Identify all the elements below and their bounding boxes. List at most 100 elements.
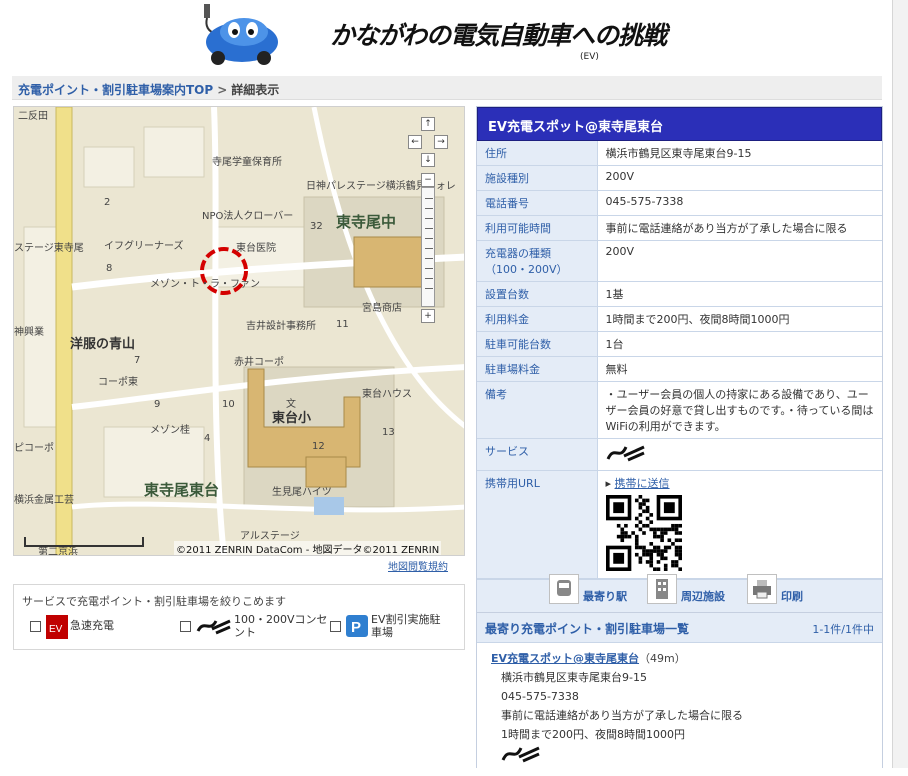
info-row: 電話番号 045-575-7338 (477, 190, 882, 216)
map-label-yoshii: 吉井設計事務所 (246, 321, 316, 332)
map-label-miyajima: 宮島商店 (362, 303, 402, 314)
breadcrumb-separator: > (217, 83, 228, 97)
plug-icon (501, 746, 540, 763)
plug-icon (196, 619, 231, 635)
zoom-out-button[interactable]: − (421, 173, 435, 187)
info-key: 利用可能時間 (477, 215, 598, 241)
vertical-scrollbar[interactable] (893, 0, 908, 768)
pan-right-button[interactable]: → (434, 135, 448, 149)
outlet-checkbox[interactable] (180, 621, 191, 632)
info-row: 駐車可能台数 1台 (477, 331, 882, 357)
map-number: 7 (134, 355, 141, 366)
map-number: 4 (204, 433, 211, 444)
map-label-infrinas: イフグリーナーズ (104, 241, 184, 252)
info-key: 駐車可能台数 (477, 331, 598, 357)
map-number: 12 (312, 441, 325, 452)
map-label-akai: 赤井コーポ (234, 357, 284, 368)
spot-info-table: 住所 横浜市鶴見区東寺尾東台9-15 施設種別 200V 電話番号 045-575-733… (477, 141, 882, 579)
info-row: 充電器の種類（100・200V） 200V (477, 240, 882, 282)
info-value: ・ユーザー会員の個人の持家にある設備であり、ユーザー会員の好意で貸し出すものです… (597, 381, 882, 439)
site-title-logo[interactable]: かながわの電気自動車への挑戦 (EV) (330, 14, 710, 64)
plug-icon (606, 445, 645, 462)
zoom-slider[interactable] (421, 187, 435, 307)
print-button[interactable]: 印刷 (781, 588, 803, 604)
map-view[interactable]: 二反田 寺尾学童保育所 日神パレステージ横浜鶴見フォレ NPO法人クローバー 東… (13, 106, 465, 556)
nearest-station-button[interactable]: 最寄り駅 (583, 588, 627, 604)
pan-left-button[interactable]: ← (408, 135, 422, 149)
info-value: 045-575-7338 (597, 190, 882, 216)
service-key: サービス (477, 438, 598, 471)
info-key: 設置台数 (477, 281, 598, 307)
service-filter-panel: サービスで充電ポイント・割引駐車場を絞りこめます EV 急速充電 100・200… (13, 584, 465, 650)
info-value: 横浜市鶴見区東寺尾東台9-15 (597, 141, 882, 166)
info-key: 電話番号 (477, 190, 598, 216)
map-terms-link[interactable]: 地図閲覧規約 (388, 558, 448, 573)
svg-text:EV: EV (49, 624, 63, 635)
map-label-kopo: コーポ東 (98, 377, 138, 388)
info-row: 駐車場料金 無料 (477, 356, 882, 382)
quick-charge-checkbox[interactable] (30, 621, 41, 632)
info-row: 施設種別 200V (477, 165, 882, 191)
breadcrumb-current: 詳細表示 (231, 83, 280, 97)
nearby-list-panel: 最寄り充電ポイント・割引駐車場一覧 1-1件/1件中 EV充電スポット@東寺尾東… (476, 612, 883, 768)
info-key: 住所 (477, 141, 598, 166)
map-number: 13 (382, 427, 395, 438)
map-label-aoyama: 洋服の青山 (70, 337, 136, 352)
nearby-item-name-link[interactable]: EV充電スポット@東寺尾東台 (491, 652, 639, 665)
spot-detail-panel: EV充電スポット@東寺尾東台 住所 横浜市鶴見区東寺尾東台9-15 施設種別 200V… (476, 106, 883, 620)
map-label-ikumi: 生見尾ハイツ (272, 487, 332, 498)
info-key: 備考 (477, 381, 598, 439)
map-label-haus: 東台ハウス (362, 389, 412, 400)
map-label-jinbo: 神興業 (14, 327, 44, 338)
svg-text:P: P (351, 619, 361, 636)
map-label-higashiterao-naka: 東寺尾中 (336, 213, 397, 231)
building-icon[interactable] (647, 574, 677, 604)
map-label-alstage: アルステージ (240, 531, 300, 542)
map-number: 8 (106, 263, 113, 274)
breadcrumb-top-link[interactable]: 充電ポイント・割引駐車場案内TOP (18, 83, 213, 97)
printer-icon[interactable] (747, 574, 777, 604)
info-key: 充電器の種類（100・200V） (477, 240, 598, 282)
site-header: かながわの電気自動車への挑戦 (EV) (0, 0, 893, 72)
nearby-item-hours: 事前に電話連絡があり当方が了承した場合に限る (501, 709, 743, 722)
info-row: 住所 横浜市鶴見区東寺尾東台9-15 (477, 141, 882, 166)
map-navigation-control: ↑ ← → ↓ − + (408, 117, 448, 337)
spot-title: EV充電スポット@東寺尾東台 (477, 107, 882, 141)
map-number: 10 (222, 399, 235, 410)
map-number: 32 (310, 221, 323, 232)
info-row: 設置台数 1基 (477, 281, 882, 307)
map-label-maison: メゾン・ト・ラ・ファン (150, 279, 260, 290)
ev-parking-label: EV割引実施駐車場 (371, 613, 441, 639)
zoom-in-button[interactable]: + (421, 309, 435, 323)
ev-parking-checkbox[interactable] (330, 621, 341, 632)
info-value: 200V (597, 165, 882, 191)
breadcrumb: 充電ポイント・割引駐車場案内TOP > 詳細表示 (12, 76, 882, 100)
nearby-count: 1-1件/1件中 (812, 623, 874, 636)
nearby-item-fee: 1時間まで200円、夜間8時間1000円 (501, 728, 685, 741)
nearby-item-address: 横浜市鶴見区東寺尾東台9-15 (501, 671, 647, 684)
info-row: 備考 ・ユーザー会員の個人の持家にある設備であり、ユーザー会員の好意で貸し出すもの… (477, 381, 882, 439)
map-number: 9 (154, 399, 161, 410)
train-icon[interactable] (549, 574, 579, 604)
map-label-koopo2: ピコーポ (14, 443, 54, 454)
phone-icon: ▸ (605, 477, 612, 490)
nearby-title: 最寄り充電ポイント・割引駐車場一覧 (485, 622, 690, 636)
pan-up-button[interactable]: ↑ (421, 117, 435, 131)
info-row: 利用可能時間 事前に電話連絡があり当方が了承した場合に限る (477, 215, 882, 241)
nearby-header: 最寄り充電ポイント・割引駐車場一覧 1-1件/1件中 (477, 613, 882, 643)
map-label-iin: 東台医院 (236, 243, 276, 254)
service-row: サービス (477, 438, 882, 471)
mobile-row: 携帯用URL ▸ 携帯に送信 (477, 470, 882, 579)
pan-down-button[interactable]: ↓ (421, 153, 435, 167)
nearby-facilities-button[interactable]: 周辺施設 (681, 588, 725, 604)
map-label-kinzoku: 横浜金属工芸 (14, 495, 74, 506)
info-value: 1時間まで200円、夜間8時間1000円 (597, 306, 882, 332)
info-key: 駐車場料金 (477, 356, 598, 382)
send-to-mobile-link[interactable]: 携帯に送信 (615, 477, 670, 490)
site-subtitle: (EV) (580, 52, 599, 62)
qr-code (605, 495, 682, 571)
nearby-item-distance: （49m） (639, 652, 686, 665)
quick-charge-icon: EV (46, 615, 68, 639)
info-value: 1台 (597, 331, 882, 357)
mobile-key: 携帯用URL (477, 470, 598, 579)
